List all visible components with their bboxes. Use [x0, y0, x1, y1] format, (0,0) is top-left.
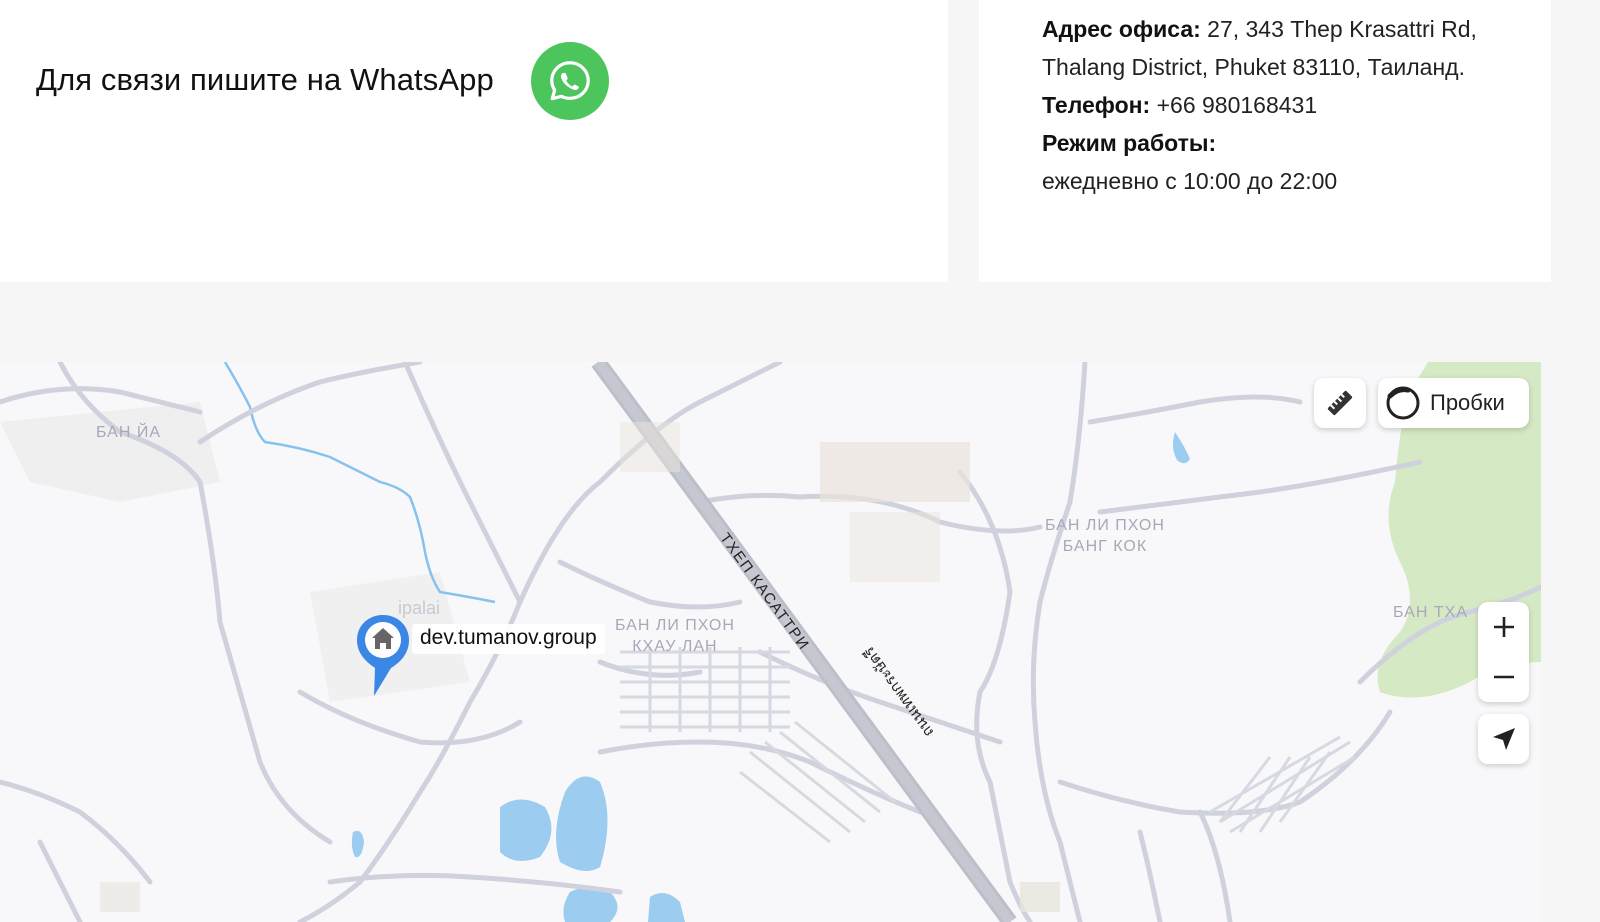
address-label: Адрес офиса: — [1042, 16, 1201, 42]
place-label-line-2: КХАУ ЛАН — [632, 638, 718, 655]
minus-icon — [1493, 675, 1514, 679]
traffic-circle-icon — [1386, 386, 1420, 420]
zoom-controls — [1478, 602, 1529, 702]
contact-card: Для связи пишите на WhatsApp — [0, 0, 948, 282]
traffic-button[interactable]: Пробки — [1378, 378, 1529, 428]
marker-pin-icon — [357, 615, 409, 696]
office-marker[interactable] — [355, 613, 411, 708]
place-label-line-1: БАН ЛИ ПХОН — [1045, 517, 1165, 534]
place-label-ban-tha: БАН ТХА — [1393, 604, 1468, 621]
ruler-button[interactable] — [1314, 378, 1366, 428]
traffic-label: Пробки — [1430, 390, 1505, 415]
place-label-line-2: БАНГ КОК — [1062, 538, 1148, 555]
locate-button[interactable] — [1478, 714, 1529, 764]
whatsapp-text: Для связи пишите на WhatsApp — [36, 62, 494, 97]
ruler-icon — [1327, 390, 1353, 416]
zoom-in-button[interactable] — [1478, 602, 1529, 652]
phone-value[interactable]: +66 980168431 — [1157, 92, 1318, 118]
hours-value: ежедневно с 10:00 до 22:00 — [1042, 168, 1338, 194]
whatsapp-icon — [550, 61, 590, 101]
address-line: Адрес офиса: 27, 343 Thep Krasattri Rd, … — [1042, 10, 1512, 86]
plus-icon — [1493, 617, 1514, 637]
office-info: Адрес офиса: 27, 343 Thep Krasattri Rd, … — [1042, 10, 1512, 200]
map-canvas[interactable] — [0, 362, 1541, 922]
whatsapp-button[interactable] — [531, 42, 609, 120]
zoom-out-button[interactable] — [1478, 652, 1529, 702]
phone-label: Телефон: — [1042, 92, 1151, 118]
hours-label: Режим работы: — [1042, 130, 1217, 156]
place-label-ban-ia: БАН ЙА — [96, 424, 161, 441]
navigation-arrow-icon — [1492, 728, 1515, 750]
map[interactable]: БАН ЙА БАН ЛИ ПХОН БАНГ КОК БАН ЛИ ПХОН … — [0, 362, 1541, 922]
hours-label-line: Режим работы: — [1042, 124, 1512, 162]
phone-line: Телефон: +66 980168431 — [1042, 86, 1512, 124]
place-label-ban-li-phon-khau-lan: БАН ЛИ ПХОН КХАУ ЛАН — [615, 615, 735, 657]
marker-label[interactable]: dev.tumanov.group — [412, 624, 605, 654]
place-label-line-1: БАН ЛИ ПХОН — [615, 617, 735, 634]
place-label-ban-li-phon-bang-kok: БАН ЛИ ПХОН БАНГ КОК — [1045, 515, 1165, 557]
